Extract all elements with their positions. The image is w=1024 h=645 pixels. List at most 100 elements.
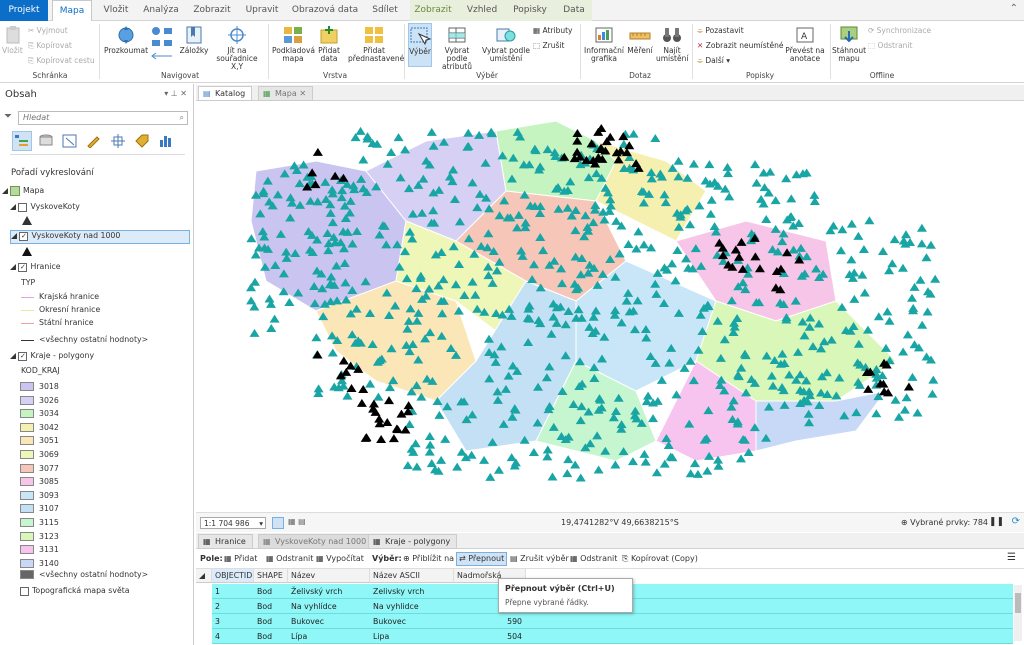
layer-visibility-checkbox[interactable]: ✓ bbox=[18, 351, 28, 361]
table-cell[interactable]: 1 bbox=[212, 584, 254, 599]
column-header[interactable]: Název ASCII bbox=[370, 569, 454, 583]
labeling-tag-icon[interactable] bbox=[134, 134, 150, 148]
tab-edit[interactable]: Upravit bbox=[242, 0, 282, 21]
tab-contextual-view[interactable]: Zobrazit bbox=[410, 0, 456, 21]
calculate-field-button[interactable]: ▦ Vypočítat bbox=[316, 554, 364, 563]
scale-dropdown[interactable]: 1:1 704 986 ▾ bbox=[200, 517, 266, 529]
minimize-ribbon-icon[interactable]: ⌃ bbox=[1010, 3, 1018, 14]
add-data-button[interactable]: Přidat data bbox=[316, 25, 342, 63]
grid-icon[interactable] bbox=[272, 517, 284, 529]
infographic-button[interactable]: Informační grafika bbox=[584, 25, 624, 63]
delete-selected-button[interactable]: ▦ Odstranit bbox=[570, 554, 617, 563]
add-preset-button[interactable]: Přidat přednastavené bbox=[348, 25, 404, 63]
table-cell[interactable]: Bod bbox=[254, 614, 288, 629]
map-canvas[interactable] bbox=[196, 101, 1024, 512]
tab-share[interactable]: Sdílet bbox=[366, 0, 404, 21]
locate-button[interactable]: Najít umístění bbox=[656, 25, 688, 63]
convert-to-annotation-button[interactable]: A Převést na anotace bbox=[784, 25, 826, 63]
layer-visibility-checkbox[interactable] bbox=[20, 586, 29, 596]
editing-pencil-icon[interactable] bbox=[86, 134, 102, 148]
tab-insert[interactable]: Vložit bbox=[98, 0, 134, 21]
table-cell[interactable]: Lípa bbox=[288, 629, 370, 644]
row-selector[interactable] bbox=[196, 614, 212, 629]
table-row[interactable]: 3 Bod Bukovec Bukovec 590 bbox=[196, 614, 1013, 629]
zoom-to-button[interactable]: ⊕ Přiblížit na bbox=[403, 554, 454, 563]
tab-table-hranice[interactable]: ▦ Hranice bbox=[198, 534, 253, 549]
attributes-button[interactable]: ▦ Atributy bbox=[533, 26, 572, 35]
tab-map[interactable]: Mapa bbox=[52, 0, 92, 22]
copy-path-button[interactable]: ⎘ Kopírovat cestu bbox=[28, 56, 95, 65]
tab-analysis[interactable]: Analýza bbox=[140, 0, 182, 21]
tab-table-vyskovekoty-nad-1000[interactable]: ▦VyskoveKoty nad 1000 ✕ bbox=[258, 534, 383, 549]
collapse-icon[interactable]: ◢ bbox=[10, 351, 16, 360]
row-selector[interactable] bbox=[196, 584, 212, 599]
paste-button[interactable]: Vložit bbox=[2, 25, 23, 55]
charts-icon[interactable] bbox=[158, 134, 174, 148]
remove-offline-button[interactable]: ⬚ Odstranit bbox=[868, 41, 912, 50]
table-cell[interactable]: Bod bbox=[254, 599, 288, 614]
view-tools-icon[interactable]: ▦ ▤ bbox=[288, 517, 306, 526]
tab-appearance[interactable]: Vzhled bbox=[462, 0, 502, 21]
close-icon[interactable]: ✕ bbox=[299, 89, 306, 98]
table-cell[interactable]: Želivský vrch bbox=[288, 584, 370, 599]
row-selector[interactable] bbox=[196, 629, 212, 644]
select-button[interactable]: Výběr bbox=[408, 23, 432, 67]
sync-button[interactable]: ⟳ Synchronizace bbox=[868, 26, 931, 35]
pause-labeling-button[interactable]: ⌯ Pozastavit bbox=[697, 26, 744, 35]
measure-button[interactable]: Měření bbox=[626, 25, 654, 55]
copy-button[interactable]: ⎘ Kopírovat bbox=[28, 41, 72, 50]
table-menu-icon[interactable]: ☰ bbox=[1007, 552, 1016, 563]
tab-catalog[interactable]: ▤ Katalog bbox=[198, 86, 253, 101]
table-cell[interactable]: Bukovec bbox=[370, 614, 454, 629]
table-cell[interactable]: Bod bbox=[254, 584, 288, 599]
row-selector-header[interactable]: ◢ bbox=[196, 569, 212, 583]
table-scrollbar[interactable] bbox=[1014, 585, 1022, 641]
tab-labeling[interactable]: Popisky bbox=[508, 0, 552, 21]
refresh-icon[interactable]: ⟳ bbox=[1012, 516, 1020, 527]
table-cell[interactable]: 3 bbox=[212, 614, 254, 629]
tab-data[interactable]: Data bbox=[556, 0, 592, 21]
download-map-button[interactable]: Stáhnout mapu bbox=[832, 25, 866, 63]
copy-button[interactable]: ⎘ Kopírovat (Copy) bbox=[622, 554, 698, 564]
contents-search-input[interactable]: Hledat ⌕ bbox=[18, 111, 188, 125]
collapse-icon[interactable]: ◢ bbox=[11, 231, 17, 240]
scrollbar-thumb[interactable] bbox=[1015, 593, 1021, 613]
collapse-icon[interactable]: ◢ bbox=[2, 186, 8, 195]
collapse-icon[interactable]: ◢ bbox=[10, 262, 16, 271]
table-cell[interactable]: Lipa bbox=[370, 629, 454, 644]
toc-layer-vyskovekoty[interactable]: ◢ VyskoveKoty bbox=[10, 202, 80, 212]
clear-selection-button[interactable]: ⬚ Zrušit bbox=[533, 41, 564, 50]
select-by-attributes-button[interactable]: Vybrat podle atributů bbox=[434, 25, 480, 71]
table-row[interactable]: 4 Bod Lípa Lipa 504 bbox=[196, 629, 1013, 644]
explore-button[interactable]: Prozkoumat bbox=[104, 25, 148, 55]
table-cell[interactable]: Zelivsky vrch bbox=[370, 584, 454, 599]
more-labeling-button[interactable]: ⌯ Další ▾ bbox=[697, 56, 730, 65]
table-cell[interactable]: Bukovec bbox=[288, 614, 370, 629]
toc-layer-vyskovekoty-nad-1000[interactable]: ◢ ✓ VyskoveKoty nad 1000 bbox=[10, 230, 190, 244]
table-cell[interactable]: Na vyhlidce bbox=[370, 599, 454, 614]
select-by-location-button[interactable]: Vybrat podle umístění bbox=[482, 25, 530, 63]
switch-selection-button[interactable]: ⇄ Přepnout bbox=[456, 552, 508, 566]
table-cell[interactable]: 4 bbox=[212, 629, 254, 644]
add-field-button[interactable]: ▦ Přidat bbox=[224, 554, 257, 563]
toc-map-row[interactable]: ◢ Mapa bbox=[2, 186, 44, 196]
table-cell[interactable]: 504 bbox=[454, 629, 526, 644]
toc-layer-kraje[interactable]: ◢ ✓ Kraje - polygony bbox=[10, 351, 94, 361]
tab-table-kraje[interactable]: ▦ Kraje - polygony bbox=[368, 534, 458, 549]
tab-map-view[interactable]: ▦ Mapa ✕ bbox=[258, 86, 314, 101]
table-cell[interactable]: 590 bbox=[454, 614, 526, 629]
clear-selection-button[interactable]: ▤ Zrušit výběr bbox=[510, 554, 569, 563]
map-view[interactable] bbox=[196, 101, 1024, 512]
basemap-button[interactable]: Podkladová mapa bbox=[272, 25, 315, 63]
column-header[interactable]: SHAPE bbox=[254, 569, 288, 583]
layer-visibility-checkbox[interactable] bbox=[18, 202, 28, 212]
delete-field-button[interactable]: ▦ Odstranit bbox=[266, 554, 313, 563]
cut-button[interactable]: ✂ Vyjmout bbox=[28, 26, 68, 35]
bookmarks-button[interactable]: Záložky bbox=[178, 25, 210, 55]
snapping-icon[interactable] bbox=[110, 134, 126, 148]
tab-view[interactable]: Zobrazit bbox=[190, 0, 234, 21]
filter-icon[interactable]: ⏷ bbox=[4, 111, 12, 122]
pane-controls[interactable]: ▾ ⊥ ✕ bbox=[164, 89, 187, 98]
nav-tools-icon[interactable] bbox=[150, 26, 176, 62]
layer-visibility-checkbox[interactable]: ✓ bbox=[19, 231, 29, 241]
